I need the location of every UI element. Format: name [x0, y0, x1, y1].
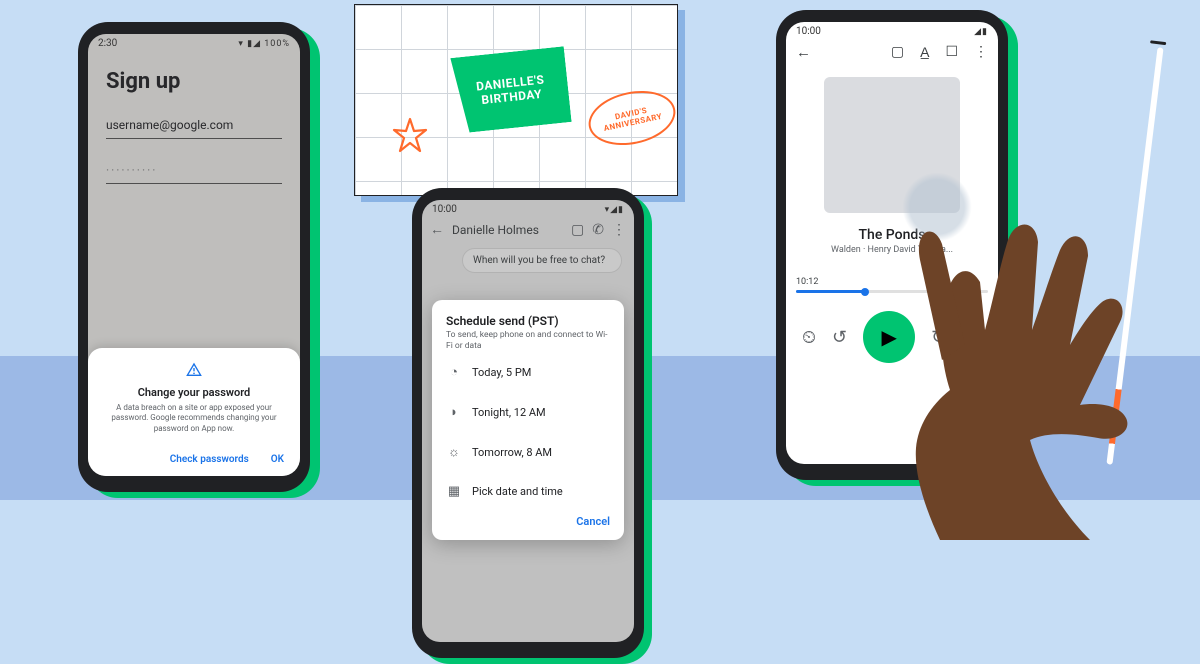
conversation-header: ← Danielle Holmes ▢ ✆ ⋮: [422, 217, 634, 242]
text-icon[interactable]: A̲: [920, 44, 929, 61]
doodle-star-icon: [390, 116, 430, 167]
status-icons: ◢▮: [974, 27, 988, 37]
back-icon[interactable]: ←: [796, 43, 811, 61]
status-icons: ▾ ▮◢ 100%: [238, 39, 290, 49]
ok-button[interactable]: OK: [271, 454, 284, 465]
schedule-send-dialog: Schedule send (PST) To send, keep phone …: [432, 300, 624, 540]
clock-icon: ◔: [446, 364, 462, 380]
status-time: 2:30: [98, 38, 117, 49]
cast-icon[interactable]: ▢: [891, 44, 904, 61]
message-bubble: When will you be free to chat?: [462, 248, 622, 273]
warning-icon: [104, 362, 284, 382]
sun-icon: ☼: [446, 444, 462, 460]
sticky-note: DANIELLE'S BIRTHDAY: [450, 46, 571, 133]
moon-icon: ◗: [446, 404, 462, 420]
calendar-icon: ▦: [446, 484, 462, 499]
username-field[interactable]: username@google.com: [106, 108, 282, 139]
more-icon[interactable]: ⋮: [612, 222, 626, 238]
video-call-icon[interactable]: ▢: [571, 222, 584, 238]
dialog-title: Schedule send (PST): [446, 314, 610, 328]
contact-name[interactable]: Danielle Holmes: [452, 223, 563, 237]
phone-messages: 10:00 ▾◢▮ ← Danielle Holmes ▢ ✆ ⋮ When w…: [412, 188, 644, 658]
phone-call-icon[interactable]: ✆: [592, 222, 604, 238]
option-pick[interactable]: ▦ Pick date and time: [446, 472, 610, 511]
circled-date-text: DAVID'S ANNIVERSARY: [589, 100, 675, 135]
option-today[interactable]: ◔ Today, 5 PM: [446, 352, 610, 392]
password-field[interactable]: ··········: [106, 153, 282, 184]
sleep-timer-icon[interactable]: ⏲: [802, 327, 816, 348]
password-alert-sheet: Change your password A data breach on a …: [88, 348, 300, 476]
status-bar: 10:00 ◢▮: [786, 22, 998, 39]
hand-illustration: [830, 210, 1130, 540]
status-time: 10:00: [796, 26, 821, 37]
phone-signup: 2:30 ▾ ▮◢ 100% Sign up username@google.c…: [78, 22, 310, 492]
dialog-sub: To send, keep phone on and connect to Wi…: [446, 330, 610, 352]
cancel-button[interactable]: Cancel: [446, 511, 610, 532]
status-icons: ▾◢▮: [605, 205, 624, 215]
status-bar: 2:30 ▾ ▮◢ 100%: [88, 34, 300, 51]
page-title: Sign up: [106, 69, 282, 94]
sticky-text: DANIELLE'S BIRTHDAY: [453, 70, 569, 110]
bookmark-icon[interactable]: ☐: [945, 44, 958, 61]
sheet-body: A data breach on a site or app exposed y…: [104, 403, 284, 435]
check-passwords-button[interactable]: Check passwords: [170, 454, 249, 465]
sheet-title: Change your password: [104, 386, 284, 399]
option-tomorrow[interactable]: ☼ Tomorrow, 8 AM: [446, 432, 610, 472]
status-time: 10:00: [432, 204, 457, 215]
more-icon[interactable]: ⋮: [974, 44, 988, 61]
option-tonight[interactable]: ◗ Tonight, 12 AM: [446, 392, 610, 432]
back-icon[interactable]: ←: [430, 221, 444, 238]
status-bar: 10:00 ▾◢▮: [422, 200, 634, 217]
